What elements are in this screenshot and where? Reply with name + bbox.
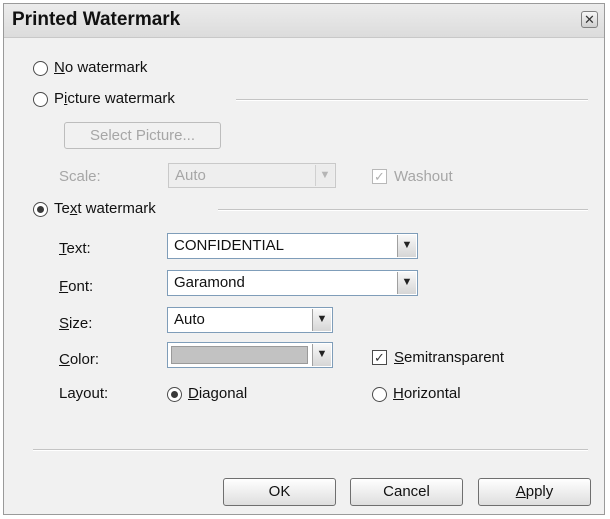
picture-watermark-radio[interactable]	[33, 92, 48, 107]
color-dropdown[interactable]: ▼	[167, 342, 333, 368]
buttons-divider	[33, 449, 588, 451]
washout-checkbox[interactable]: ✓	[372, 169, 387, 184]
font-dropdown[interactable]: Garamond ▼	[167, 270, 418, 296]
scale-label: Scale:	[59, 168, 101, 185]
size-label: Size:	[59, 315, 93, 332]
text-watermark-radio[interactable]	[33, 202, 48, 217]
chevron-down-icon[interactable]: ▼	[312, 344, 331, 366]
printed-watermark-dialog: Printed Watermark ✕ No watermark Picture…	[3, 3, 605, 515]
no-watermark-radio[interactable]	[33, 61, 48, 76]
apply-button[interactable]: Apply	[478, 478, 591, 506]
chevron-down-icon[interactable]: ▼	[397, 272, 416, 294]
dialog-title: Printed Watermark	[12, 9, 181, 30]
semitransparent-checkbox[interactable]: ✓	[372, 350, 387, 365]
size-value: Auto	[174, 311, 205, 328]
title-bar: Printed Watermark ✕	[4, 4, 604, 38]
horizontal-label[interactable]: Horizontal	[393, 385, 461, 402]
size-dropdown[interactable]: Auto ▼	[167, 307, 333, 333]
washout-label: Washout	[394, 168, 453, 185]
horizontal-radio[interactable]	[372, 387, 387, 402]
chevron-down-icon[interactable]: ▼	[312, 309, 331, 331]
font-value: Garamond	[174, 274, 245, 291]
no-watermark-label[interactable]: No watermark	[54, 59, 147, 76]
scale-dropdown[interactable]: Auto ▼	[168, 163, 336, 188]
picture-watermark-label[interactable]: Picture watermark	[54, 90, 175, 107]
semitransparent-label[interactable]: Semitransparent	[394, 349, 504, 366]
chevron-down-icon[interactable]: ▼	[315, 165, 334, 186]
chevron-down-icon[interactable]: ▼	[397, 235, 416, 257]
ok-button[interactable]: OK	[223, 478, 336, 506]
diagonal-radio[interactable]	[167, 387, 182, 402]
color-swatch	[171, 346, 308, 364]
close-icon[interactable]: ✕	[581, 11, 598, 28]
text-label: Text:	[59, 240, 91, 257]
picture-section-divider	[236, 99, 588, 101]
text-dropdown[interactable]: CONFIDENTIAL ▼	[167, 233, 418, 259]
select-picture-button[interactable]: Select Picture...	[64, 122, 221, 149]
text-value: CONFIDENTIAL	[174, 237, 285, 254]
color-label: Color:	[59, 351, 100, 368]
diagonal-label[interactable]: Diagonal	[188, 385, 247, 402]
font-label: Font:	[59, 278, 94, 295]
text-watermark-label[interactable]: Text watermark	[54, 200, 156, 217]
scale-value: Auto	[175, 167, 206, 184]
text-section-divider	[218, 209, 588, 211]
layout-label: Layout:	[59, 385, 109, 402]
cancel-button[interactable]: Cancel	[350, 478, 463, 506]
